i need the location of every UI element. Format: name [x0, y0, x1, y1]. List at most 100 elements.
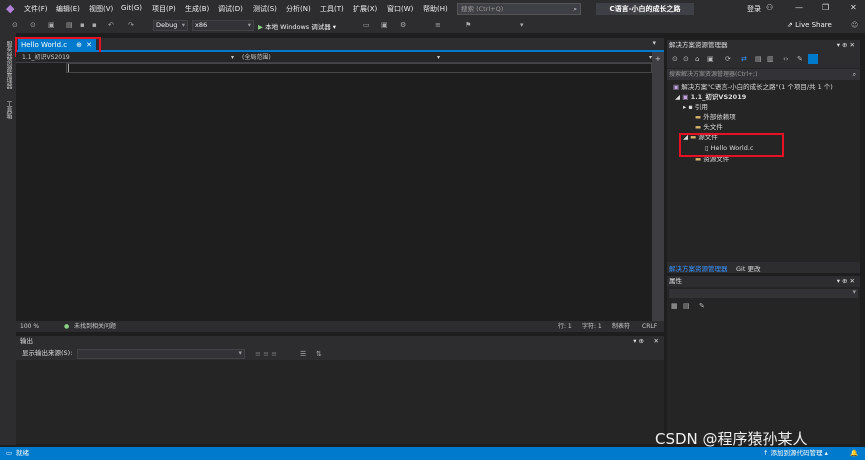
redo-icon[interactable]: ↷ — [128, 21, 134, 29]
project-nav-value: 1.1_初识VS2019 — [22, 54, 70, 61]
output-source-select[interactable]: ▾ — [77, 349, 245, 359]
highlight-source-files-box — [679, 133, 784, 157]
categorized-icon[interactable]: ▦ — [671, 302, 678, 310]
output-panel-header: 输出 ▾ ⊕ ✕ — [16, 336, 664, 347]
menu-tools[interactable]: 工具(T) — [320, 4, 344, 15]
indent-icon[interactable]: ≡ — [435, 21, 441, 29]
editor-navigation-bar: 1.1_初识VS2019 ▾ (全局范围) ▾ ▾ — [16, 52, 664, 63]
menu-bar: ◆ 文件(F) 编辑(E) 视图(V) Git(G) 项目(P) 生成(B) 调… — [0, 0, 865, 18]
menu-test[interactable]: 测试(S) — [253, 4, 277, 15]
preview-icon[interactable] — [808, 54, 818, 64]
forward-icon[interactable]: ⊙ — [30, 21, 36, 29]
menu-file[interactable]: 文件(F) — [24, 4, 48, 15]
switch-views-icon[interactable]: ▣ — [707, 55, 714, 63]
live-share-button[interactable]: ⇗ Live Share — [787, 21, 832, 29]
external-deps-label: 外部依赖项 — [703, 113, 736, 121]
menu-window[interactable]: 窗口(W) — [387, 4, 413, 15]
scope-nav-dropdown[interactable]: (全局范围) ▾ — [242, 53, 440, 62]
code-editor[interactable] — [28, 63, 652, 321]
solution-explorer-header: 解决方案资源管理器 ▾ ⊕ ✕ — [667, 40, 860, 51]
menu-project[interactable]: 项目(P) — [152, 4, 176, 15]
new-project-icon[interactable]: ▣ — [48, 21, 55, 29]
back-icon[interactable]: ⊙ — [672, 55, 678, 63]
screenshot-icon[interactable]: ▣ — [381, 21, 388, 29]
tabs-indicator[interactable]: 制表符 — [612, 321, 630, 332]
project-icon: ▣ — [682, 93, 691, 101]
sign-in-link[interactable]: 登录 — [747, 4, 761, 15]
menu-build[interactable]: 生成(B) — [185, 4, 209, 15]
folder-icon[interactable]: ▭ — [363, 21, 370, 29]
toggle-scroll-icon[interactable]: ⇅ — [316, 350, 322, 358]
solution-search-input[interactable]: 搜索解决方案资源管理器(Ctrl+;) ⌕ — [667, 69, 860, 80]
solution-icon: ▣ — [673, 83, 682, 91]
editor-vertical-scrollbar[interactable]: + — [652, 52, 664, 322]
solution-label: 解决方案"C语言-小白的成长之路"(1 个项目/共 1 个) — [681, 83, 833, 91]
toolbox-tab[interactable]: 工具箱 — [4, 101, 13, 119]
menu-git[interactable]: Git(G) — [121, 4, 142, 15]
close-panel-icon[interactable]: ✕ — [654, 336, 659, 347]
check-icon: ● — [64, 323, 70, 330]
issues-status[interactable]: 未找到相关问题 — [74, 321, 116, 332]
chevron-down-icon: ▾ — [852, 288, 856, 296]
minimize-icon[interactable]: — — [795, 3, 803, 12]
platform-dropdown[interactable]: x86 ▾ — [192, 20, 254, 31]
configuration-dropdown[interactable]: Debug ▾ — [153, 20, 188, 31]
menu-edit[interactable]: 编辑(E) — [56, 4, 80, 15]
visual-studio-logo-icon: ◆ — [6, 2, 15, 15]
search-icon: ⌕ — [573, 5, 577, 13]
start-debugger-button[interactable]: ▶ 本地 Windows 调试器 ▾ — [258, 21, 336, 31]
properties-wrench-icon[interactable]: ✎ — [797, 55, 803, 63]
forward-icon[interactable]: ⊙ — [683, 55, 689, 63]
zoom-level[interactable]: 100 % — [20, 321, 39, 332]
view-code-icon[interactable]: ‹› — [783, 55, 789, 63]
pin-icon[interactable]: ▾ ⊕ — [633, 336, 644, 347]
server-explorer-tab[interactable]: 服务器资源管理器 — [4, 41, 13, 89]
menu-help[interactable]: 帮助(H) — [423, 4, 448, 15]
close-panel-icon[interactable]: ▾ ⊕ ✕ — [837, 40, 855, 51]
property-pages-icon[interactable]: ✎ — [699, 302, 705, 310]
open-icon[interactable]: ▤ — [66, 21, 73, 29]
collapse-all-icon[interactable]: ▤ — [755, 55, 762, 63]
overflow-icon[interactable]: ▾ — [520, 21, 524, 29]
account-icon[interactable]: ⚇ — [766, 3, 773, 12]
menu-extensions[interactable]: 扩展(X) — [353, 4, 377, 15]
current-line-highlight — [66, 63, 652, 73]
references-label: 引用 — [694, 103, 708, 111]
restore-icon[interactable]: ❐ — [822, 3, 829, 12]
home-icon[interactable]: ⌂ — [695, 55, 699, 63]
close-panel-icon[interactable]: ▾ ⊕ ✕ — [837, 276, 855, 287]
menu-view[interactable]: 视图(V) — [89, 4, 113, 15]
properties-title: 属性 — [669, 277, 682, 285]
menu-debug[interactable]: 调试(D) — [218, 4, 243, 15]
chevron-down-icon: ▾ — [238, 349, 242, 357]
back-icon[interactable]: ⊙ — [12, 21, 18, 29]
tab-solution-explorer[interactable]: 解决方案资源管理器 — [669, 263, 728, 273]
line-indicator: 行: 1 — [558, 323, 572, 330]
menu-analyze[interactable]: 分析(N) — [286, 4, 311, 15]
eol-indicator[interactable]: CRLF — [642, 321, 657, 332]
settings-icon[interactable]: ⚙ — [400, 21, 406, 29]
alphabetical-icon[interactable]: ▤ — [683, 302, 690, 310]
add-source-control-button[interactable]: ↑ 添加到源代码管理 ▴ — [763, 447, 828, 460]
live-share-label: Live Share — [795, 21, 832, 29]
split-icon[interactable]: + — [655, 55, 661, 63]
show-all-files-icon[interactable]: ▥ — [767, 55, 774, 63]
properties-object-select[interactable]: ▾ — [669, 288, 858, 298]
close-icon[interactable]: ✕ — [850, 3, 857, 12]
save-icon[interactable]: ▪ — [80, 21, 85, 29]
member-nav-dropdown[interactable]: ▾ — [444, 53, 652, 62]
tab-list-dropdown-icon[interactable]: ▾ — [652, 39, 656, 47]
sync-icon[interactable]: ⇄ — [741, 55, 747, 63]
save-all-icon[interactable]: ▪ — [92, 21, 97, 29]
tab-git-changes[interactable]: Git 更改 — [736, 263, 760, 273]
project-nav-dropdown[interactable]: 1.1_初识VS2019 ▾ — [22, 53, 234, 62]
feedback-icon[interactable]: ☺ — [851, 21, 858, 29]
word-wrap-icon[interactable]: ☰ — [300, 350, 306, 358]
search-input[interactable]: 搜索 (Ctrl+Q) ⌕ — [457, 3, 581, 15]
undo-icon[interactable]: ↶ — [108, 21, 114, 29]
clear-output-icon[interactable]: ≡ ≡ ≡ — [255, 350, 277, 358]
chevron-down-icon: ▾ — [436, 54, 440, 61]
pending-changes-icon[interactable]: ⟳ — [725, 55, 731, 63]
bookmark-icon[interactable]: ⚑ — [465, 21, 471, 29]
notifications-icon[interactable]: 🔔 — [850, 447, 858, 460]
